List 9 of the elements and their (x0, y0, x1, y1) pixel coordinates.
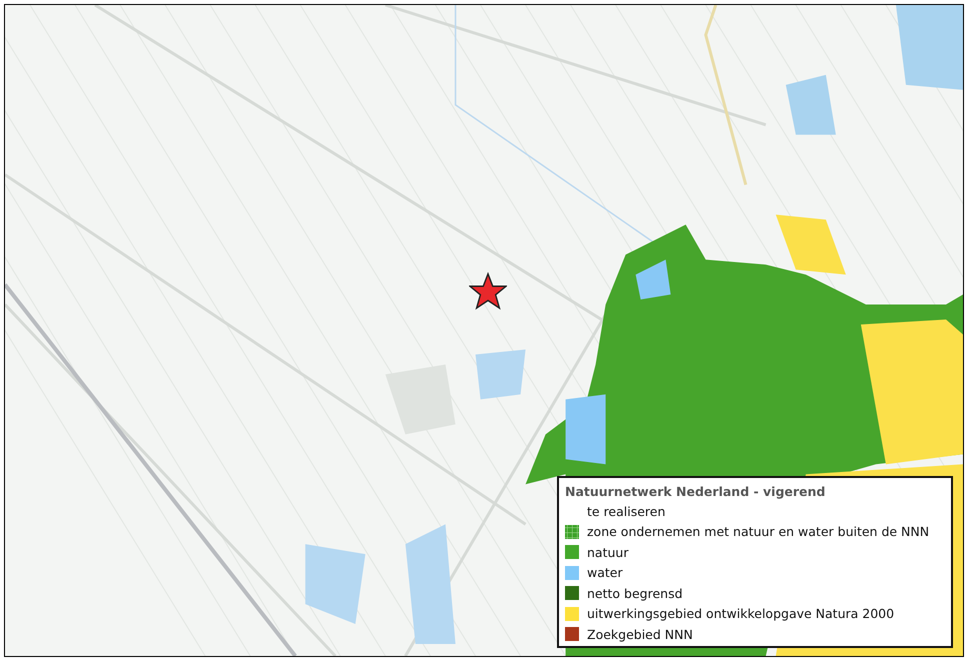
legend-title: Natuurnetwerk Nederland - vigerend (565, 484, 826, 499)
star-marker-icon (469, 272, 507, 310)
legend-label: Zoekgebied NNN (587, 626, 693, 642)
legend-label: uitwerkingsgebied ontwikkelopgave Natura 2000 (587, 606, 894, 622)
legend-label: natuur (587, 544, 628, 560)
legend-label: te realiseren (587, 504, 666, 519)
legend-label: water (587, 565, 623, 580)
legend-label: netto begrensd (587, 586, 683, 601)
legend-label: zone ondernemen met natuur en water buiten de NNN (587, 524, 930, 540)
